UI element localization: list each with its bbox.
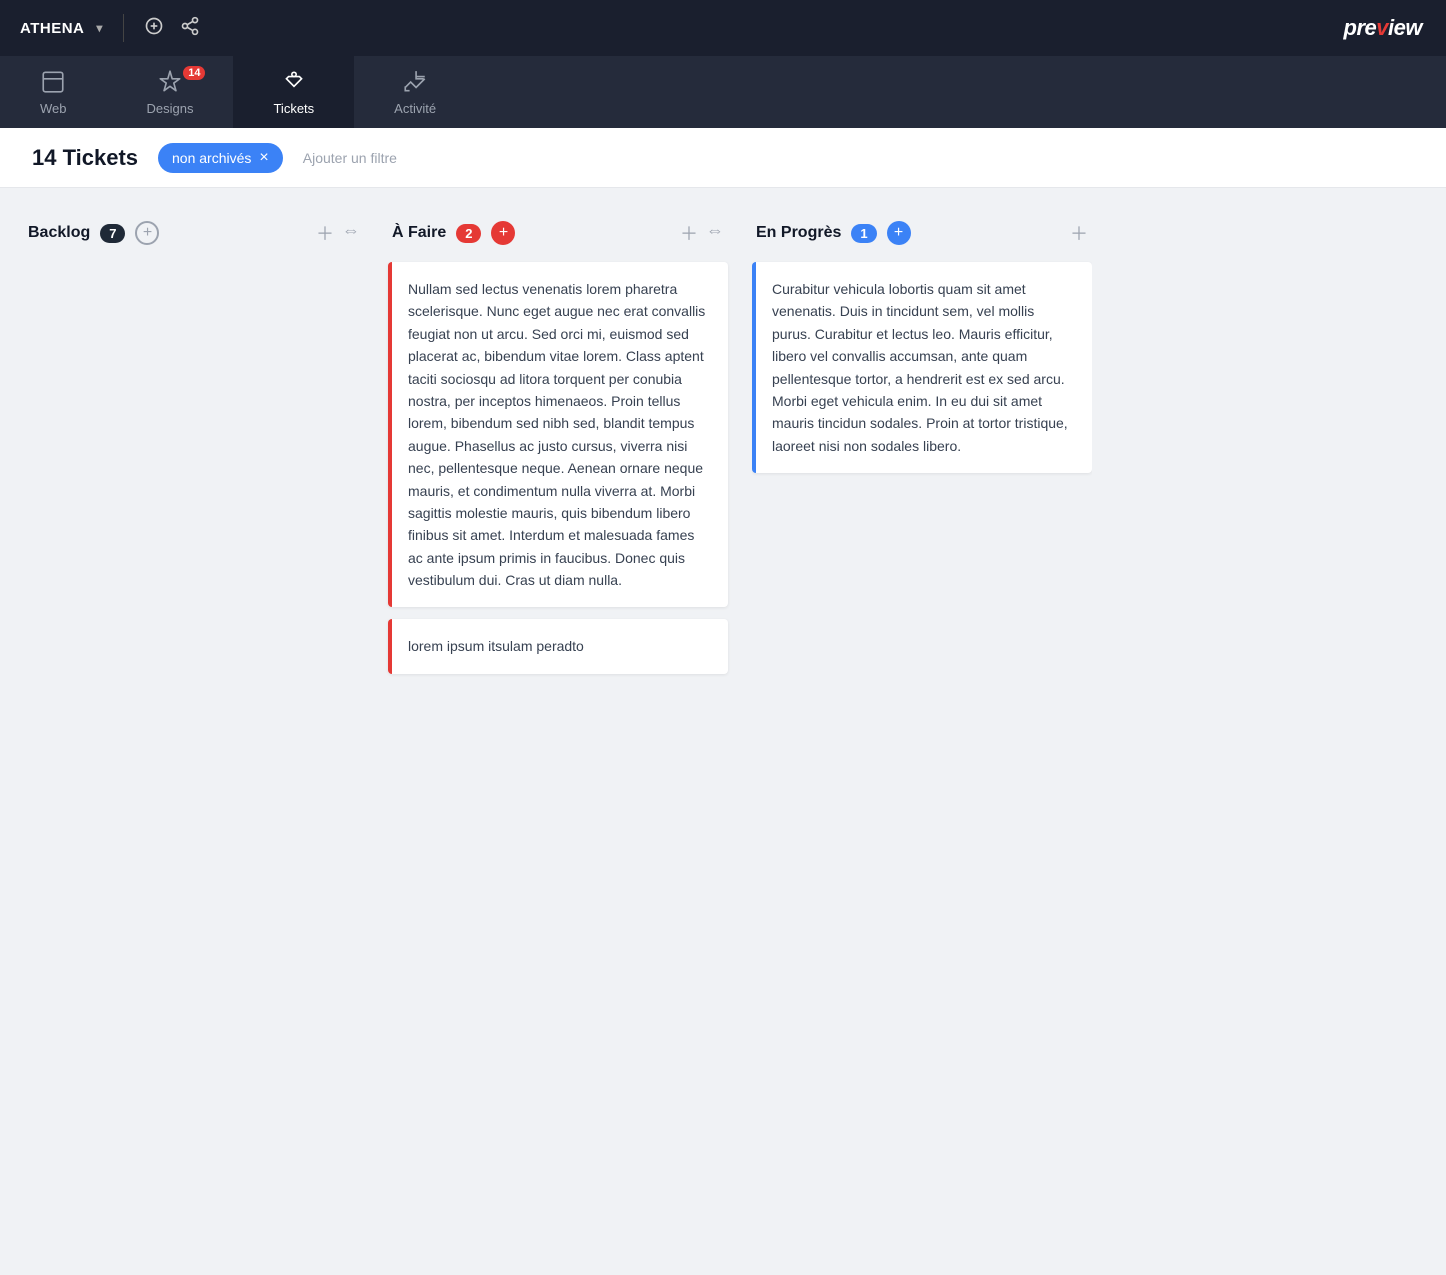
column-backlog: Backlog 7 + ＋ ⇔ [24,220,364,262]
nav-label-activite: Activité [394,101,436,116]
topbar-actions [144,16,200,40]
col-header-backlog: Backlog 7 + ＋ ⇔ [24,220,364,246]
card-afaire-1[interactable]: Nullam sed lectus venenatis lorem pharet… [388,262,728,607]
card-text-1: Nullam sed lectus venenatis lorem pharet… [392,262,728,607]
column-en-progres: En Progrès 1 + ＋ Curabitur vehicula lobo… [752,220,1092,485]
add-progres-button[interactable]: + [887,221,911,245]
col-title-afaire: À Faire [392,224,446,242]
nav-label-designs: Designs [147,101,194,116]
add-filter-button[interactable]: Ajouter un filtre [303,150,397,166]
col-badge-afaire: 2 [456,224,481,243]
add-icon[interactable] [144,16,164,40]
page-header: 14 Tickets non archivés × Ajouter un fil… [0,128,1446,188]
col-badge-backlog: 7 [100,224,125,243]
add-col-icon3[interactable]: ＋ [1070,220,1088,246]
column-afaire: À Faire 2 + ＋ ⇔ Nullam sed lectus venena… [388,220,728,686]
col-title-progres: En Progrès [756,224,841,242]
col-actions-afaire: ＋ ⇔ [680,220,724,246]
share-icon[interactable] [180,16,200,40]
card-text-3: Curabitur vehicula lobortis quam sit ame… [756,262,1092,473]
add-afaire-button[interactable]: + [491,221,515,245]
add-backlog-button[interactable]: + [135,221,159,245]
close-filter-icon[interactable]: × [259,149,268,167]
chevron-down-icon[interactable]: ▾ [96,21,103,35]
nav-item-tickets[interactable]: Tickets [233,56,354,128]
add-col-icon2[interactable]: ＋ [680,220,698,246]
divider [123,14,124,42]
nav-item-activite[interactable]: Activité [354,56,476,128]
nav-item-web[interactable]: Web [0,56,107,128]
nav-label-web: Web [40,101,67,116]
filter-tag-non-archives[interactable]: non archivés × [158,143,283,173]
logo: preview [1344,15,1422,41]
page-title: 14 Tickets [32,145,138,171]
add-col-icon[interactable]: ＋ [316,220,334,246]
card-progres-1[interactable]: Curabitur vehicula lobortis quam sit ame… [752,262,1092,473]
col-actions-progres: ＋ [1070,220,1088,246]
col-header-afaire: À Faire 2 + ＋ ⇔ [388,220,728,246]
nav-item-designs[interactable]: 14 Designs [107,56,234,128]
expand-col-icon2[interactable]: ⇔ [706,220,724,246]
col-title-backlog: Backlog [28,224,90,242]
app-name-area: ATHENA ▾ [20,14,200,42]
designs-badge: 14 [183,66,205,80]
kanban-board: Backlog 7 + ＋ ⇔ À Faire 2 + ＋ ⇔ Nullam s… [0,188,1446,718]
col-actions-backlog: ＋ ⇔ [316,220,360,246]
card-text-2: lorem ipsum itsulam peradto [392,619,728,673]
col-badge-progres: 1 [851,224,876,243]
navbar: Web 14 Designs Tickets Activité [0,56,1446,128]
topbar: ATHENA ▾ preview [0,0,1446,56]
expand-col-icon[interactable]: ⇔ [342,220,360,246]
card-afaire-2[interactable]: lorem ipsum itsulam peradto [388,619,728,673]
filter-label: non archivés [172,150,251,166]
app-name: ATHENA [20,20,84,37]
nav-label-tickets: Tickets [273,101,314,116]
col-header-progres: En Progrès 1 + ＋ [752,220,1092,246]
